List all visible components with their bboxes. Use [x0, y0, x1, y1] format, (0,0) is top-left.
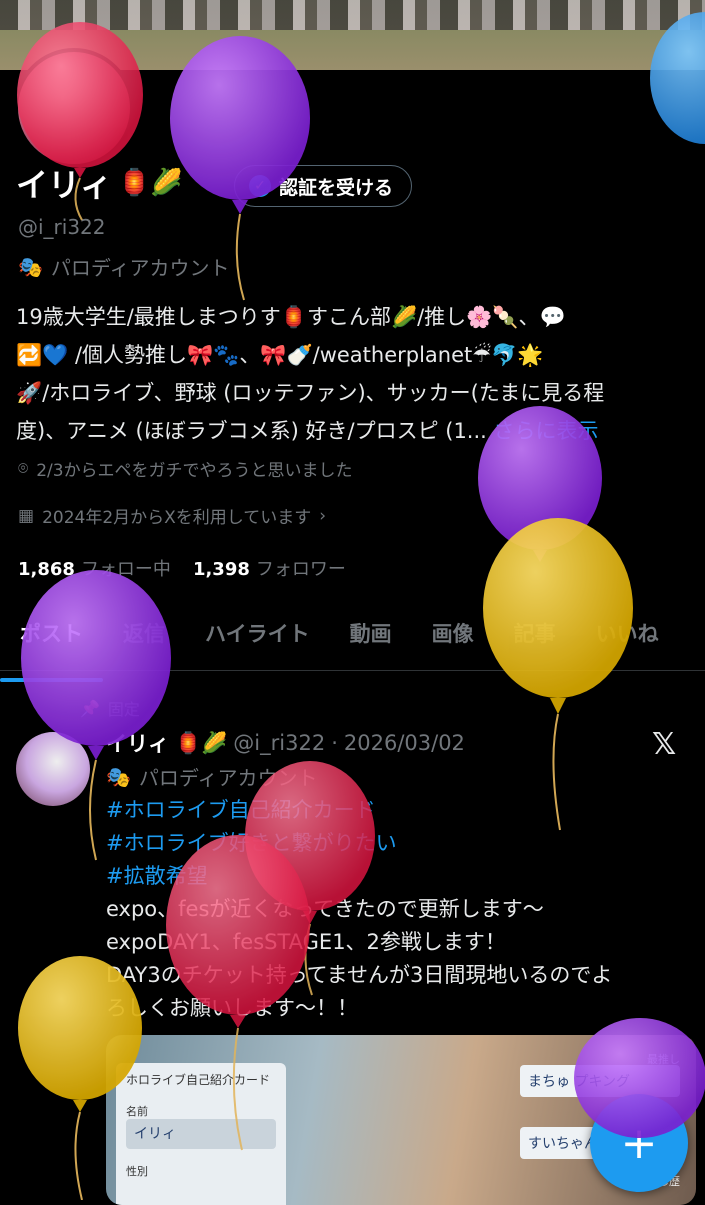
followers-link[interactable]: 1,398 フォロワー [193, 555, 346, 581]
location-text: 2/3からエペをガチでやろうと思いました [36, 461, 353, 481]
profile-avatar[interactable] [14, 48, 134, 168]
card-gender-label: 性別 [126, 1165, 148, 1178]
post-text-line: ろしくお願いします〜！！ [106, 996, 358, 1020]
card-fav-box: まちゅ プキング [520, 1065, 680, 1097]
post-author-handle[interactable]: @i_ri322 [233, 731, 325, 755]
get-verified-label: 認証を受ける [279, 176, 394, 199]
joined-row[interactable]: ▦ 2024年2月からXを利用しています › [18, 503, 327, 529]
name-emojis: 🏮🌽 [118, 168, 183, 198]
post-author-emojis: 🏮🌽 [175, 730, 228, 755]
calendar-icon: ▦ [18, 505, 35, 526]
joined-text: 2024年2月からXを利用しています [42, 508, 312, 528]
card-name-value: イリィ [126, 1119, 276, 1149]
card-oshi-value: すいちゃん [528, 1136, 598, 1152]
card-name-label: 名前 [126, 1105, 148, 1118]
post-body: #ホロライブ自己紹介カード #ホロライブ好きと繋がりたい #拡散希望 expo、… [106, 794, 696, 1025]
followers-count: 1,398 [192, 559, 250, 580]
hashtag-link[interactable]: #ホロライブ自己紹介カード [106, 794, 696, 827]
profile-bio: 19歳大学生/最推しまつりす🏮すこん部🌽/推し🌸🍡、💬 🔁💙 /個人勢推し🎀🐾、… [16, 298, 696, 450]
bio-line: 🔁💙 /個人勢推し🎀🐾、🎀🍼/weatherplanet☔🐬🌟 [16, 343, 544, 367]
post-text-line: DAY3のチケット持ってませんが3日間現地いるのでよ [106, 963, 613, 987]
hashtag-link[interactable]: #ホロライブ好きと繋がりたい [106, 827, 696, 860]
tab-images[interactable]: 画像 [412, 614, 494, 670]
compose-post-button[interactable]: + [590, 1094, 688, 1192]
following-label: フォロー中 [80, 559, 171, 580]
intro-card-title: ホロライブ自己紹介カード [126, 1073, 271, 1087]
bio-line: 19歳大学生/最推しまつりす🏮すこん部🌽/推し🌸🍡、💬 [16, 305, 566, 329]
profile-name-row: イリィ 🏮🌽 [16, 160, 183, 206]
get-verified-button[interactable]: ✓ 認証を受ける [234, 165, 413, 207]
location-icon: ⌾ [18, 458, 29, 479]
tab-videos[interactable]: 動画 [330, 614, 412, 670]
profile-tabs: ポスト 返信 ハイライト 動画 画像 記事 いいね [0, 614, 705, 682]
post-parody-label: 🎭 パロディアカウント [106, 762, 318, 791]
tab-articles[interactable]: 記事 [494, 614, 576, 670]
tab-likes[interactable]: いいね [576, 614, 679, 670]
followers-label: フォロワー [255, 559, 346, 580]
tab-replies[interactable]: 返信 [103, 614, 185, 670]
verified-check-icon: ✓ [249, 175, 271, 197]
tab-highlights[interactable]: ハイライト [185, 614, 330, 670]
chevron-right-icon: › [319, 505, 327, 526]
post-text-line: expo、fesが近くなってきたので更新します〜 [106, 897, 544, 921]
follow-stats: 1,868 フォロー中 1,398 フォロワー [18, 555, 346, 581]
post-separator: · [331, 731, 338, 755]
following-link[interactable]: 1,868 フォロー中 [18, 555, 171, 581]
card-fav-value: まちゅ [528, 1074, 570, 1090]
hashtag-link[interactable]: #拡散希望 [106, 860, 696, 893]
post-text-line: expoDAY1、fesSTAGE1、2参戦します！ [106, 930, 506, 954]
intro-card: ホロライブ自己紹介カード 名前 イリィ 性別 [116, 1063, 286, 1205]
banner-photo-crowd [0, 0, 705, 30]
bio-line-last: 度)、アニメ (ほぼラブコメ系) 好き/プロスピ (1... さらに表示 [16, 412, 696, 450]
show-more-link[interactable]: さらに表示 [494, 419, 599, 443]
profile-handle: @i_ri322 [18, 215, 106, 239]
display-name: イリィ [16, 166, 113, 204]
following-count: 1,868 [18, 559, 75, 580]
post-parody-text: パロディアカウント [138, 766, 318, 790]
pin-icon: 📌 [80, 698, 100, 718]
post-date[interactable]: 2026/03/02 [344, 731, 465, 755]
bio-line: 度)、アニメ (ほぼラブコメ系) 好き/プロスピ (1... [16, 419, 487, 443]
location-row: ⌾ 2/3からエペをガチでやろうと思いました [18, 456, 353, 482]
tab-posts[interactable]: ポスト [0, 614, 103, 682]
post-author-avatar[interactable] [16, 732, 90, 806]
post-header: イリィ 🏮🌽 @i_ri322 · 2026/03/02 [106, 728, 465, 758]
yellow-balloon [483, 518, 633, 831]
mask-icon: 🎭 [106, 764, 131, 789]
pinned-label: 固定 [107, 700, 140, 719]
mask-icon: 🎭 [18, 254, 43, 279]
bio-line: 🚀/ホロライブ、野球 (ロッテファン)、サッカー(たまに見る程 [16, 381, 605, 405]
parody-text: パロディアカウント [50, 256, 230, 280]
pinned-indicator: 📌 固定 [80, 696, 140, 720]
card-fav-value2: プキング [574, 1074, 631, 1090]
parody-label: 🎭 パロディアカウント [18, 252, 230, 281]
x-logo-icon: 𝕏 [652, 727, 677, 762]
post-author-name[interactable]: イリィ [106, 728, 169, 758]
plus-icon: + [620, 1117, 658, 1169]
